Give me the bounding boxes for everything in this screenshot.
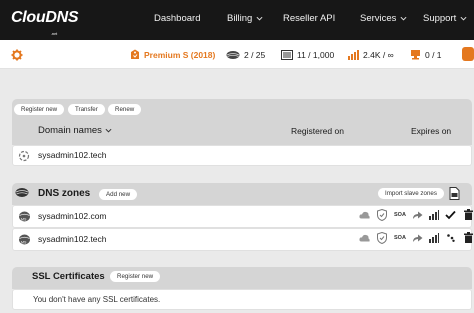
top-navigation-bar: ClouDNS .net Dashboard Billing Reseller … bbox=[0, 0, 474, 40]
ssl-empty-row: You don't have any SSL certificates. bbox=[12, 289, 472, 310]
renew-domain-label: Renew bbox=[115, 106, 135, 113]
queries-usage: 2.4K / ∞ bbox=[348, 40, 394, 69]
svg-text:MS: MS bbox=[21, 241, 27, 245]
dnssec-key-icon[interactable] bbox=[447, 234, 455, 242]
bar-chart-icon bbox=[348, 49, 359, 60]
transfer-domain-button[interactable]: Transfer bbox=[68, 104, 105, 115]
add-zone-button[interactable]: Add new bbox=[99, 189, 138, 200]
expires-on-column: Expires on bbox=[411, 126, 452, 136]
user-menu-icon[interactable] bbox=[458, 47, 474, 61]
export-file-icon[interactable] bbox=[449, 187, 460, 200]
ssl-panel-header: SSL Certificates Register new bbox=[12, 267, 472, 289]
nav-dashboard-label: Dashboard bbox=[154, 13, 201, 24]
dns-zones-title: DNS zones bbox=[38, 188, 91, 199]
nav-reseller-api[interactable]: Reseller API bbox=[283, 13, 335, 24]
nav-billing-label: Billing bbox=[227, 13, 253, 24]
zone-name[interactable]: sysadmin102.com bbox=[38, 206, 107, 227]
plan-name: Premium S (2018) bbox=[144, 49, 216, 60]
records-usage: 11 / 1,000 bbox=[281, 40, 334, 69]
shield-icon[interactable] bbox=[377, 232, 387, 244]
ssl-empty-message: You don't have any SSL certificates. bbox=[33, 295, 161, 304]
import-slave-zones-label: Import slave zones bbox=[385, 190, 437, 197]
dns-zones-icon bbox=[226, 50, 240, 59]
nav-support[interactable]: Support bbox=[423, 13, 467, 24]
registered-on-column: Registered on bbox=[291, 126, 344, 136]
register-domain-button[interactable]: Register new bbox=[14, 104, 65, 115]
zone-name[interactable]: sysadmin102.tech bbox=[38, 229, 107, 250]
register-domain-label: Register new bbox=[21, 106, 58, 113]
soa-settings-icon[interactable]: SOA bbox=[394, 212, 406, 218]
server-icon bbox=[411, 50, 420, 60]
cloud-icon[interactable] bbox=[359, 211, 370, 219]
soa-settings-icon[interactable]: SOA bbox=[394, 235, 406, 241]
dns-zones-panel-header: DNS zones Add new Import slave zones bbox=[12, 183, 472, 205]
master-zone-icon: MS bbox=[19, 211, 30, 222]
domain-names-panel-header: Register new Transfer Renew Domain names… bbox=[12, 99, 472, 145]
zones-usage: 2 / 25 bbox=[226, 40, 265, 69]
nav-billing[interactable]: Billing bbox=[227, 13, 263, 24]
nav-reseller-api-label: Reseller API bbox=[283, 13, 336, 24]
domain-name[interactable]: sysadmin102.tech bbox=[38, 146, 107, 165]
slave-zones-usage-value: 0 / 1 bbox=[425, 49, 442, 60]
cloudns-logo[interactable]: ClouDNS .net bbox=[11, 9, 79, 36]
domain-names-column-label: Domain names bbox=[38, 125, 102, 136]
share-arrow-icon[interactable] bbox=[412, 210, 423, 220]
ssl-title: SSL Certificates bbox=[32, 271, 105, 282]
register-ssl-button[interactable]: Register new bbox=[110, 271, 161, 282]
renew-domain-button[interactable]: Renew bbox=[108, 104, 142, 115]
slave-zones-usage: 0 / 1 bbox=[410, 40, 442, 69]
import-slave-zones-button[interactable]: Import slave zones bbox=[378, 188, 444, 199]
zones-usage-value: 2 / 25 bbox=[244, 49, 266, 60]
transfer-domain-label: Transfer bbox=[75, 106, 98, 113]
dns-zones-icon bbox=[15, 188, 29, 197]
price-tag-icon bbox=[131, 49, 139, 59]
records-usage-value: 11 / 1,000 bbox=[297, 49, 335, 60]
plan-indicator[interactable]: Premium S (2018) bbox=[130, 40, 215, 69]
share-arrow-icon[interactable] bbox=[412, 233, 423, 243]
master-zone-icon: MS bbox=[19, 234, 30, 245]
checkmark-icon[interactable] bbox=[445, 210, 456, 220]
logo-text: ClouDNS bbox=[11, 9, 79, 26]
zone-row[interactable]: MS sysadmin102.tech SOA bbox=[12, 228, 473, 251]
bar-chart-icon[interactable] bbox=[429, 233, 439, 243]
register-ssl-label: Register new bbox=[117, 273, 154, 280]
trash-icon[interactable] bbox=[464, 209, 473, 220]
pending-status-icon bbox=[18, 150, 30, 162]
records-list-icon bbox=[281, 49, 293, 60]
chevron-down-icon bbox=[400, 16, 407, 21]
chevron-down-icon bbox=[105, 128, 112, 133]
add-zone-label: Add new bbox=[106, 191, 131, 198]
gear-icon bbox=[11, 49, 23, 60]
nav-services[interactable]: Services bbox=[360, 13, 407, 24]
nav-services-label: Services bbox=[360, 13, 397, 24]
nav-support-label: Support bbox=[423, 13, 457, 24]
chevron-down-icon bbox=[256, 16, 263, 21]
domain-names-sort-header[interactable]: Domain names bbox=[38, 125, 112, 136]
nav-dashboard[interactable]: Dashboard bbox=[154, 13, 200, 24]
svg-text:MS: MS bbox=[21, 218, 27, 222]
cloud-icon[interactable] bbox=[359, 234, 370, 242]
trash-icon[interactable] bbox=[464, 232, 473, 243]
zone-row[interactable]: MS sysadmin102.com SOA bbox=[12, 205, 473, 228]
chevron-down-icon bbox=[460, 16, 467, 21]
settings-button[interactable] bbox=[11, 40, 23, 69]
account-status-bar: Premium S (2018) 2 / 25 11 / 1,000 2.4K … bbox=[0, 40, 474, 69]
bar-chart-icon[interactable] bbox=[429, 210, 439, 220]
queries-usage-value: 2.4K / ∞ bbox=[363, 49, 394, 60]
shield-icon[interactable] bbox=[377, 209, 387, 221]
domain-row[interactable]: sysadmin102.tech bbox=[12, 145, 472, 166]
